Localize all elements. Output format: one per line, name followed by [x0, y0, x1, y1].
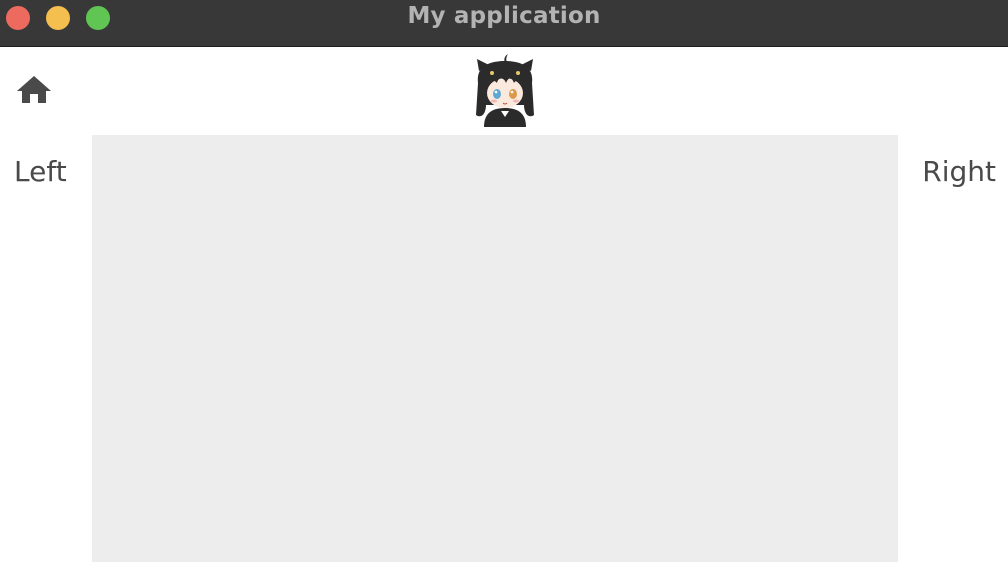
home-icon	[14, 72, 54, 108]
app-window: My application Left Right	[0, 0, 1008, 562]
content-panel	[92, 135, 898, 562]
left-nav-label[interactable]: Left	[14, 155, 67, 188]
home-button[interactable]	[14, 72, 54, 108]
right-nav-label[interactable]: Right	[922, 155, 996, 188]
avatar	[470, 53, 540, 127]
window-title: My application	[407, 3, 601, 29]
title-bar[interactable]: My application	[0, 0, 1008, 47]
